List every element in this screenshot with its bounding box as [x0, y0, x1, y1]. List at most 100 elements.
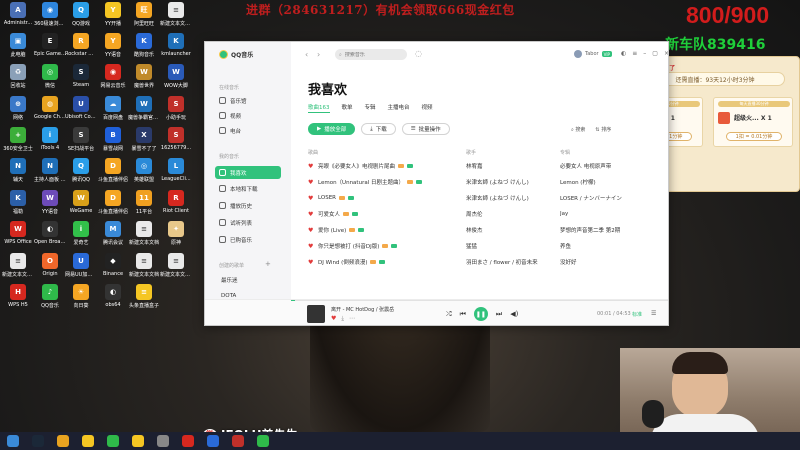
desktop-icon[interactable]: ◎ 英雄联盟	[128, 158, 160, 190]
desktop-icon[interactable]: ▣ 此电脑	[2, 33, 34, 65]
desktop-icon[interactable]: ≡ 新建文本文档	[128, 253, 160, 285]
song-title[interactable]: DJ Wind (倒频浪漫)	[318, 258, 367, 266]
play-all-button[interactable]: ▶ 播放全部	[308, 123, 356, 135]
desktop-icon[interactable]: W WOW大脚	[160, 64, 192, 96]
volume-icon[interactable]: ◀)	[510, 310, 518, 318]
desktop-icon[interactable]: L LeagueCli...	[160, 158, 192, 190]
add-playlist-icon[interactable]: +	[265, 260, 271, 268]
previous-icon[interactable]: ⏮	[460, 310, 466, 319]
heart-icon[interactable]: ♥	[331, 315, 336, 323]
song-artist[interactable]: 米津玄師 (よねづ けんし)	[466, 178, 560, 186]
song-title[interactable]: 你只是想被打 (抖音DJ版)	[318, 242, 379, 250]
quality-badge[interactable]: 标准	[632, 311, 642, 318]
download-icon[interactable]: ⤓	[341, 315, 344, 323]
heart-icon[interactable]: ♥	[308, 195, 315, 202]
sidebar-item-purchased[interactable]: 已购音乐	[215, 233, 281, 246]
chrome-icon[interactable]	[54, 432, 72, 450]
next-icon[interactable]: ⏭	[496, 310, 502, 319]
now-playing-title[interactable]: 离开 - MC HotDog / 张震岳	[331, 306, 394, 313]
song-album[interactable]: Jay	[560, 211, 663, 217]
song-album[interactable]: 没好好	[560, 258, 663, 266]
table-row[interactable]: ♥ DJ Wind (倒频浪漫) 羽田まさ / flower / 初音未来 没好好	[308, 254, 663, 270]
menu-icon[interactable]: ≡	[632, 50, 637, 57]
desktop-icon[interactable]: S 小助手玩	[160, 96, 192, 128]
search-box[interactable]: ⌕	[335, 49, 407, 60]
playlist-icon[interactable]: ☰	[651, 310, 656, 317]
sidebar-item-video[interactable]: 视频	[215, 109, 281, 122]
desktop-icon[interactable]: N 主持人面板 V2	[34, 158, 66, 190]
desktop-icon[interactable]: ◐ obs64	[97, 284, 129, 316]
tab-playlists[interactable]: 歌单	[342, 103, 353, 113]
desktop-icon[interactable]: U Ubisoft Connect	[65, 96, 97, 128]
sort-button[interactable]: ⇅ 排序	[595, 126, 611, 133]
desktop-icon[interactable]: S SE扫战平台	[65, 127, 97, 159]
sidebar-item-local[interactable]: 本地和下载	[215, 182, 281, 195]
desktop-icon[interactable]: E Epic Games Launcher	[34, 33, 66, 65]
song-album[interactable]: LOSER / ナンバーナイン	[560, 194, 663, 202]
desktop-icon[interactable]: H WPS H5	[2, 284, 34, 316]
desktop-icon[interactable]: ≡ 新建文本文档 (6)	[160, 253, 192, 285]
desktop-icon[interactable]: ◉ 360极速浏览器	[34, 2, 66, 34]
desktop-icon[interactable]: ♻ 回收站	[2, 64, 34, 96]
desktop-icon[interactable]: 旺阿里旺旺	[128, 2, 160, 34]
song-artist[interactable]: 猛猛	[466, 242, 560, 250]
desktop-icon[interactable]: D 斗鱼直播伴侣	[97, 190, 129, 222]
desktop-icon[interactable]: ☁ 百度网盘	[97, 96, 129, 128]
desktop-icon[interactable]: ≡ 新建文本文档	[128, 221, 160, 253]
sidebar-item-history[interactable]: 播放历史	[215, 199, 281, 212]
column-album[interactable]: 专辑	[560, 149, 663, 156]
desktop-icon[interactable]: ☀ 向日葵	[65, 284, 97, 316]
desktop-icon[interactable]: W 魔兽世界	[128, 64, 160, 96]
song-artist[interactable]: 周杰伦	[466, 210, 560, 218]
shuffle-icon[interactable]: ⤮	[446, 310, 452, 319]
desktop-icon[interactable]: ≡ 头条直播盒子	[128, 284, 160, 316]
desktop-icon[interactable]: W YY语音	[34, 190, 66, 222]
close-icon[interactable]: ×	[664, 50, 668, 57]
column-artist[interactable]: 歌手	[466, 149, 560, 156]
desktop-icon[interactable]: N 辅天	[2, 158, 34, 190]
file-explorer-icon[interactable]	[129, 432, 147, 450]
batch-button[interactable]: ☰ 批量操作	[401, 123, 450, 135]
user-profile[interactable]: Tabor VIP	[574, 50, 612, 58]
sidebar-item-music-hall[interactable]: 音乐馆	[215, 94, 281, 107]
kugou-icon[interactable]	[204, 432, 222, 450]
sidebar-item-liked[interactable]: 我喜欢	[215, 166, 281, 179]
table-row[interactable]: ♥ 爱你 (Live) 林俊杰 梦想的声音第二季 第2期	[308, 222, 663, 238]
desktop-icon[interactable]: W WeGame	[65, 190, 97, 222]
desktop-icon[interactable]: B 暴雪战网	[97, 127, 129, 159]
song-title[interactable]: 亮眼《必要女人》电视剧片尾曲	[318, 162, 395, 170]
desktop-icon[interactable]: ⊕ 网络	[2, 96, 34, 128]
album-cover[interactable]	[307, 305, 325, 323]
forward-arrow-icon[interactable]: ›	[317, 50, 320, 59]
desktop-icon[interactable]: ◐ Open Broadcast...	[34, 221, 66, 253]
download-button[interactable]: ⤓ 下载	[361, 123, 396, 135]
minimize-icon[interactable]: –	[643, 50, 646, 57]
maximize-icon[interactable]: ▢	[652, 50, 658, 57]
skin-icon[interactable]: ◐	[621, 50, 626, 57]
desktop-icon[interactable]: ◆ Binance	[97, 253, 129, 285]
windows-start-icon[interactable]	[4, 432, 22, 450]
desktop-icon[interactable]: ◉ 网易云音乐	[97, 64, 129, 96]
desktop-icon[interactable]: K 福勒	[2, 190, 34, 222]
progress-bar[interactable]	[291, 300, 668, 301]
song-title[interactable]: 爱你 (Live)	[318, 226, 346, 234]
desktop-icon[interactable]: Q 腾讯QQ	[65, 158, 97, 190]
qq-music-icon[interactable]	[104, 432, 122, 450]
desktop-icon[interactable]: K 酷狗音乐	[128, 33, 160, 65]
netease-icon[interactable]	[179, 432, 197, 450]
desktop-icon[interactable]: O Origin	[34, 253, 66, 285]
folder-icon[interactable]	[79, 432, 97, 450]
desktop-icon[interactable]: ✦ 原神	[160, 221, 192, 253]
song-artist[interactable]: 米津玄師 (よねづ けんし)	[466, 194, 560, 202]
desktop-icon[interactable]: ♪ QQ音乐	[34, 284, 66, 316]
heart-icon[interactable]: ♥	[308, 211, 315, 218]
more-icon[interactable]: ⋯	[349, 315, 355, 323]
heart-icon[interactable]: ♥	[308, 179, 315, 186]
desktop-icon[interactable]: ◍ Google Chrome	[34, 96, 66, 128]
sidebar-playlist-item[interactable]: 最乐迷	[221, 276, 238, 284]
desktop-icon[interactable]: R Rockstar Games...	[65, 33, 97, 65]
desktop-icon[interactable]: D 斗鱼直播伴侣	[97, 158, 129, 190]
heart-icon[interactable]: ♥	[308, 227, 315, 234]
column-title[interactable]: 歌曲	[308, 149, 466, 156]
desktop-icon[interactable]: U 网易UU加速器	[65, 253, 97, 285]
